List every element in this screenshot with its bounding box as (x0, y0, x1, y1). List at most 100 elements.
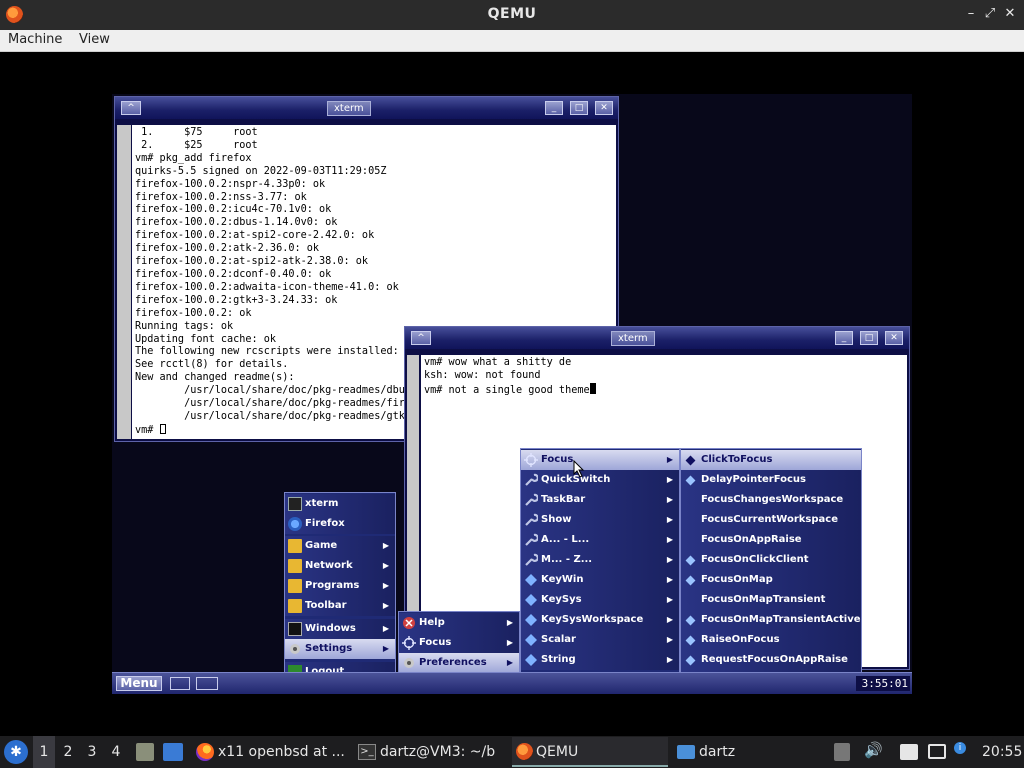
xterm-2-close-button[interactable]: ✕ (885, 331, 903, 345)
preferences-menu-item-quickswitch[interactable]: QuickSwitch ▶ (521, 470, 679, 490)
terminal-line: ksh: wow: not found (424, 369, 541, 381)
guest-display[interactable]: ^ xterm _ □ ✕ 1. $75 root 2. $25 root vm#… (112, 94, 912, 694)
desktop-launcher-icon[interactable] (163, 743, 183, 761)
root-menu[interactable]: xterm Firefox Game ▶ Network ▶ Programs ▶ Toolba… (284, 492, 396, 682)
task-firefox[interactable]: x11 openbsd at ... (194, 737, 346, 767)
focus-menu-item-focuscurrentworkspace[interactable]: FocusCurrentWorkspace (681, 510, 861, 530)
focus-menu-item-delaypointerfocus[interactable]: DelayPointerFocus (681, 470, 861, 490)
xterm-2-minimize-button[interactable]: _ (835, 331, 853, 345)
tray-storage-icon[interactable] (834, 743, 850, 761)
terminal-line: vm# pkg_add firefox (135, 152, 252, 164)
preferences-menu-item-taskbar[interactable]: TaskBar ▶ (521, 490, 679, 510)
workspace-1[interactable]: 1 (33, 736, 55, 768)
root-menu-item-xterm[interactable]: xterm (285, 494, 395, 514)
focus-menu-item-label: FocusOnAppRaise (701, 534, 802, 545)
clipboard-icon[interactable] (900, 744, 918, 760)
workspace-2[interactable]: 2 (57, 736, 79, 768)
focus-menu-item-clicktofocus[interactable]: ClickToFocus (681, 450, 861, 470)
xterm-1-scrollbar[interactable] (117, 125, 131, 439)
settings-menu-item-preferences[interactable]: Preferences ▶ (399, 653, 519, 673)
submenu-arrow-icon: ▶ (666, 635, 673, 644)
terminal-line: firefox-100.0.2:dbus-1.14.0v0: ok (135, 217, 338, 229)
focus-menu-item-focusonmaptransientactive[interactable]: FocusOnMapTransientActive (681, 610, 861, 630)
notification-icon[interactable]: i (954, 742, 966, 754)
start-menu-icon[interactable]: ✱ (4, 740, 28, 764)
submenu-arrow-icon: ▶ (382, 561, 389, 570)
preferences-menu-item-keywin[interactable]: KeyWin ▶ (521, 570, 679, 590)
preferences-menu-item-a-l[interactable]: A... - L... ▶ (521, 530, 679, 550)
preferences-menu-item-label: KeyWin (541, 574, 584, 585)
preferences-menu[interactable]: Focus ▶ QuickSwitch ▶ TaskBar ▶ Show ▶ A... - L.… (520, 448, 680, 693)
preferences-menu-item-label: A... - L... (541, 534, 590, 545)
display-icon[interactable] (928, 744, 946, 759)
root-menu-item-programs[interactable]: Programs ▶ (285, 576, 395, 596)
root-menu-item-network[interactable]: Network ▶ (285, 556, 395, 576)
root-menu-item-game[interactable]: Game ▶ (285, 536, 395, 556)
task-folder[interactable]: dartz (675, 737, 785, 767)
selected-option-icon (685, 475, 696, 486)
focus-menu-item-focusonclickclient[interactable]: FocusOnClickClient (681, 550, 861, 570)
focus-menu-item-focusonmaptransient[interactable]: FocusOnMapTransient (681, 590, 861, 610)
task-qemu[interactable]: QEMU (512, 737, 668, 767)
focus-menu-item-raiseonfocus[interactable]: RaiseOnFocus (681, 630, 861, 650)
xterm-1-minimize-button[interactable]: _ (545, 101, 563, 115)
preferences-menu-item-keysys[interactable]: KeySys ▶ (521, 590, 679, 610)
root-menu-item-settings[interactable]: Settings ▶ (285, 639, 395, 659)
preferences-menu-item-show[interactable]: Show ▶ (521, 510, 679, 530)
toolbar-menu-button[interactable]: Menu (116, 676, 162, 691)
gear-icon (288, 642, 302, 656)
xterm-1-titlebar[interactable]: ^ xterm _ □ ✕ (115, 97, 618, 119)
preferences-menu-item-string[interactable]: String ▶ (521, 650, 679, 670)
focus-menu-item-focusonappraise[interactable]: FocusOnAppRaise (681, 530, 861, 550)
toolbar-windows-icon[interactable] (196, 677, 218, 690)
guest-toolbar: Menu 3:55:01 (112, 672, 912, 694)
focus-menu-item-requestfocusonappraise[interactable]: RequestFocusOnAppRaise (681, 650, 861, 670)
submenu-arrow-icon: ▶ (666, 475, 673, 484)
file-manager-launcher-icon[interactable] (136, 743, 154, 761)
xterm-1-shade-button[interactable]: ^ (121, 101, 141, 115)
maximize-button[interactable]: ⤢ (982, 6, 998, 22)
focus-menu-item-focusonmap[interactable]: FocusOnMap (681, 570, 861, 590)
root-menu-item-firefox[interactable]: Firefox (285, 514, 395, 534)
terminal-input-text: vm# not a single good theme (424, 384, 590, 396)
terminal-line: firefox-100.0.2:nss-3.77: ok (135, 191, 307, 203)
focus-menu[interactable]: ClickToFocus DelayPointerFocus FocusChange… (680, 448, 862, 691)
workspace-3[interactable]: 3 (81, 736, 103, 768)
terminal-line: firefox-100.0.2: ok (135, 307, 252, 319)
preferences-menu-item-label: KeySysWorkspace (541, 614, 644, 625)
root-menu-item-toolbar[interactable]: Toolbar ▶ (285, 596, 395, 616)
xterm-1-maximize-button[interactable]: □ (570, 101, 588, 115)
wrench-icon (524, 493, 539, 507)
focus-target-icon (524, 453, 538, 467)
menu-machine[interactable]: Machine (8, 32, 62, 47)
settings-menu-item-focus[interactable]: Focus ▶ (399, 633, 519, 653)
settings-menu-item-help[interactable]: Help ▶ (399, 613, 519, 633)
root-menu-item-label: Network (305, 560, 353, 571)
preferences-menu-item-keysysworkspace[interactable]: KeySysWorkspace ▶ (521, 610, 679, 630)
xterm-2-shade-button[interactable]: ^ (411, 331, 431, 345)
preferences-menu-item-m-z[interactable]: M... - Z... ▶ (521, 550, 679, 570)
host-menubar: Machine View (0, 30, 1024, 52)
root-menu-item-label: Game (305, 540, 338, 551)
wrench-icon (524, 513, 539, 527)
root-menu-item-label: Windows (305, 623, 356, 634)
preferences-menu-item-scalar[interactable]: Scalar ▶ (521, 630, 679, 650)
volume-icon[interactable]: 🔊 (864, 741, 883, 759)
close-button[interactable]: ✕ (1002, 6, 1018, 22)
submenu-arrow-icon: ▶ (382, 624, 389, 633)
terminal-line: 1. $75 root (135, 127, 258, 138)
task-terminal[interactable]: >_ dartz@VM3: ~/b (356, 737, 506, 767)
xterm-2-titlebar[interactable]: ^ xterm _ □ ✕ (405, 327, 909, 349)
settings-menu-item-label: Focus (419, 637, 452, 648)
toolbar-iconify-icon[interactable] (170, 677, 190, 690)
preferences-menu-item-focus[interactable]: Focus ▶ (521, 450, 679, 470)
workspace-4[interactable]: 4 (105, 736, 127, 768)
task-folder-label: dartz (699, 744, 736, 760)
menu-view[interactable]: View (79, 32, 110, 47)
xterm-2-maximize-button[interactable]: □ (860, 331, 878, 345)
xterm-1-close-button[interactable]: ✕ (595, 101, 613, 115)
minimize-button[interactable]: – (963, 6, 979, 22)
root-menu-item-windows[interactable]: Windows ▶ (285, 619, 395, 639)
submenu-arrow-icon: ▶ (506, 618, 513, 627)
focus-menu-item-focuschangesworkspace[interactable]: FocusChangesWorkspace (681, 490, 861, 510)
